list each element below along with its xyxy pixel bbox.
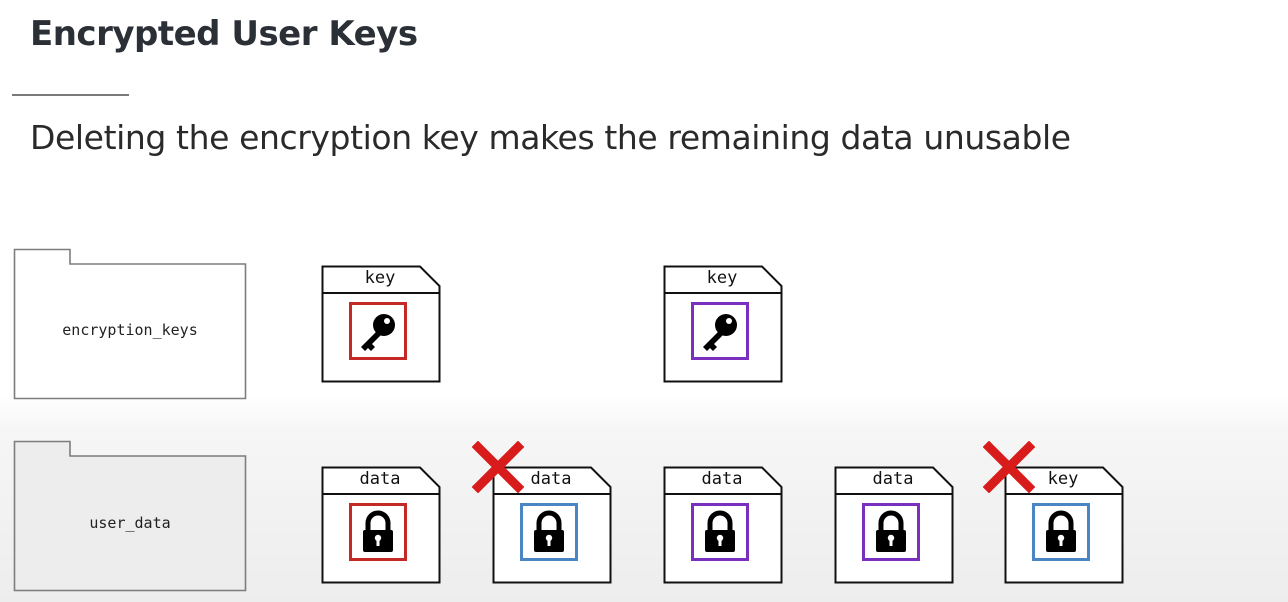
user-data-label: user_data (89, 514, 171, 532)
key-icon-frame (691, 302, 749, 360)
key-icon-frame (349, 302, 407, 360)
slide-title: Encrypted User Keys (30, 14, 418, 54)
lock-icon (363, 510, 393, 552)
card-label: data (872, 469, 914, 489)
slide-subtitle: Deleting the encryption key makes the re… (30, 118, 1071, 157)
key-card: key (663, 265, 785, 383)
lock-icon-frame (520, 503, 578, 561)
encryption-keys-table: encryption_keys (13, 248, 247, 400)
key-card: key (321, 265, 443, 383)
card-label: data (359, 469, 401, 489)
lock-icon-frame (1032, 503, 1090, 561)
key-icon (703, 314, 737, 351)
lock-icon-frame (349, 503, 407, 561)
lock-icon-frame (862, 503, 920, 561)
delete-x-icon (983, 441, 1035, 493)
lock-icon (876, 510, 906, 552)
encryption-keys-label: encryption_keys (62, 321, 198, 339)
lock-icon-frame (691, 503, 749, 561)
card-label: key (364, 268, 396, 288)
lock-icon (534, 510, 564, 552)
delete-x-icon (472, 441, 524, 493)
user-data-table: user_data (13, 440, 247, 592)
key-icon (361, 314, 395, 351)
data-card: data (663, 466, 785, 584)
lock-icon (1046, 510, 1076, 552)
title-divider (12, 94, 129, 96)
card-label: data (701, 469, 743, 489)
data-card: data (834, 466, 956, 584)
card-label: key (706, 268, 738, 288)
lock-icon (705, 510, 735, 552)
data-card: data (321, 466, 443, 584)
